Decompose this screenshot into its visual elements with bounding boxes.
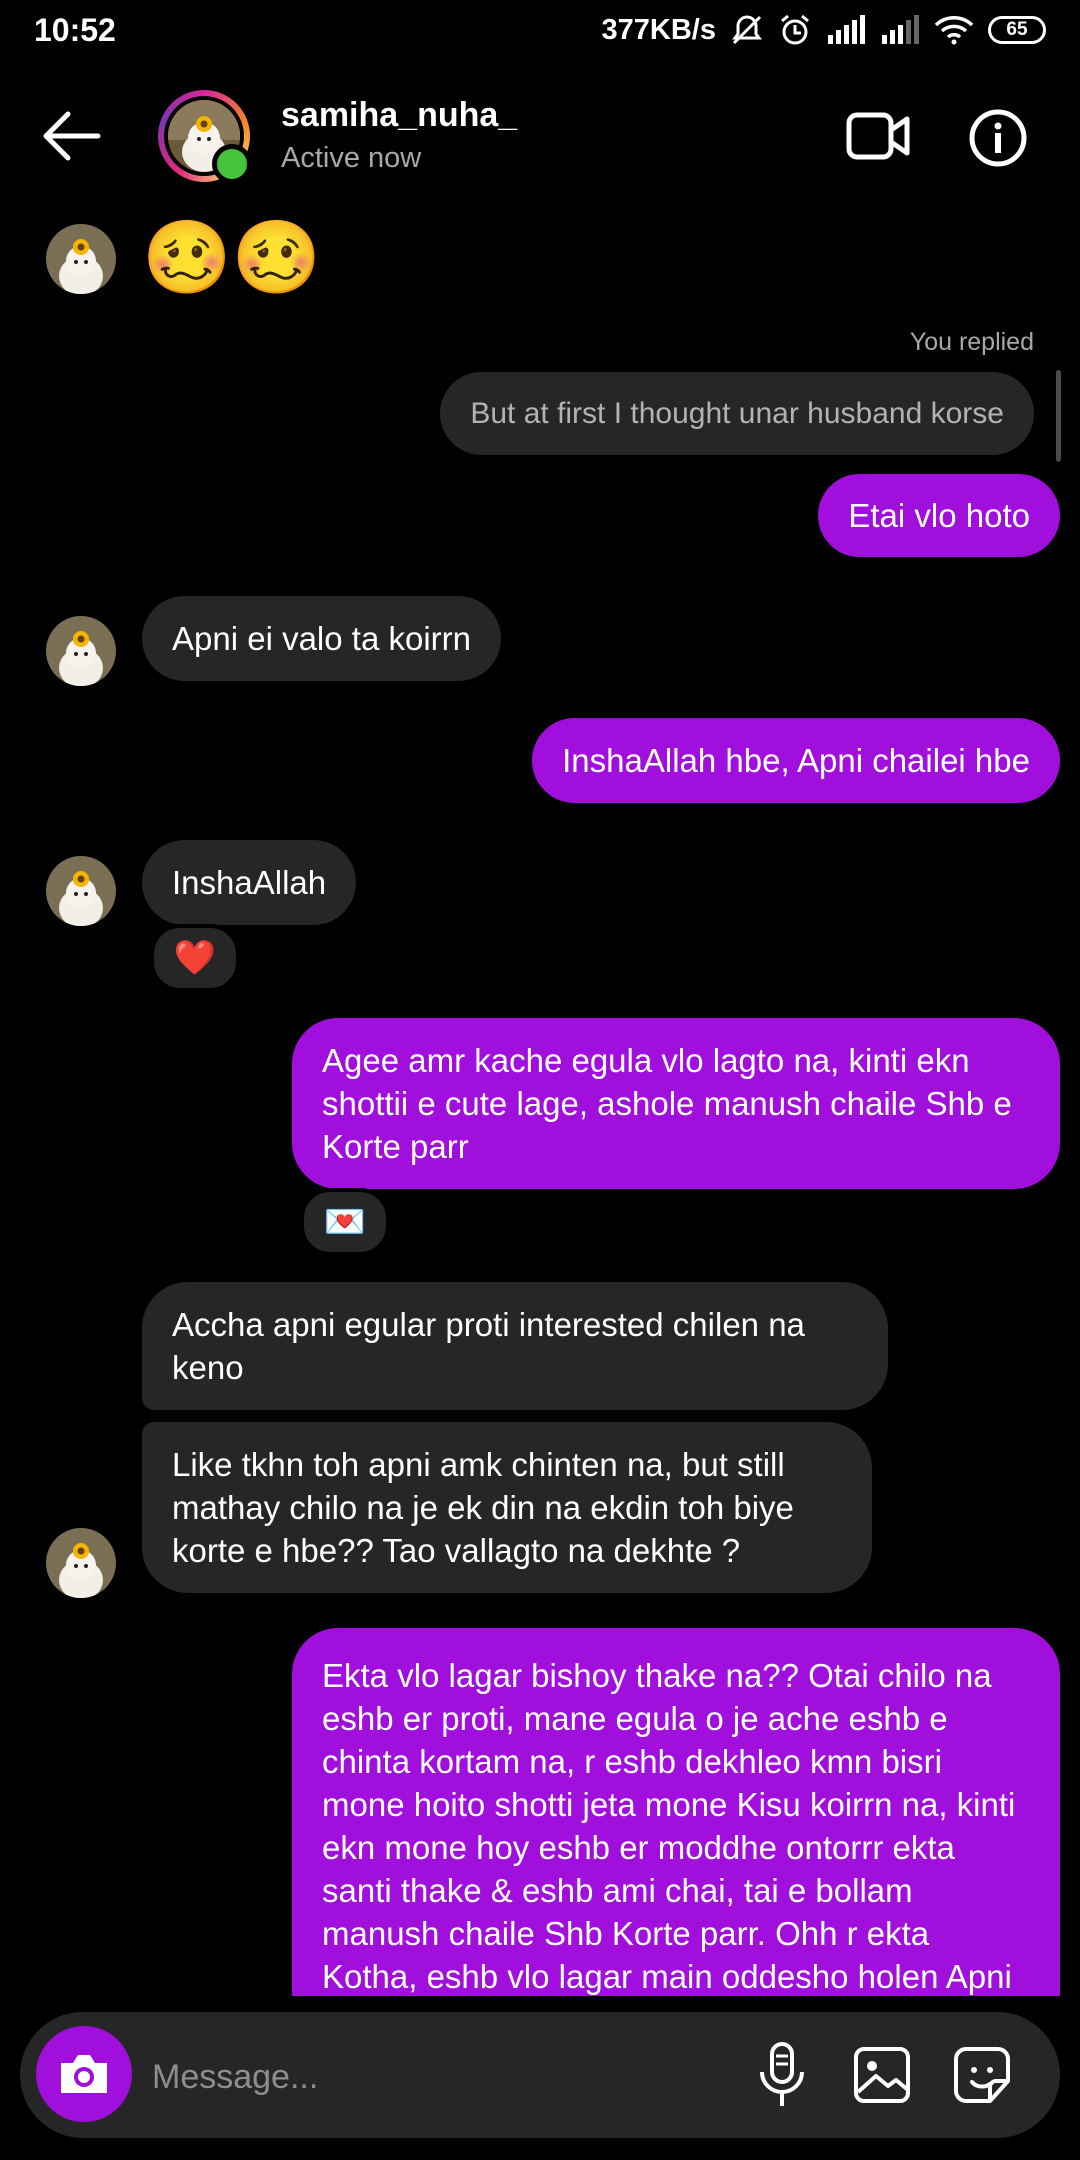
outgoing-message[interactable]: Etai vlo hoto [818, 474, 1060, 557]
online-indicator [212, 144, 252, 184]
presence-status: Active now [281, 142, 422, 174]
incoming-message[interactable]: Accha apni egular proti interested chile… [142, 1282, 888, 1410]
love-letter-icon[interactable]: 💌 [300, 1188, 390, 1256]
mic-icon[interactable] [752, 2040, 812, 2110]
sender-avatar[interactable] [46, 616, 116, 686]
message-input[interactable] [150, 2046, 714, 2108]
outgoing-message-clip: Ekta vlo lagar bishoy thake na?? Otai ch… [292, 1628, 1060, 2012]
emoji-message[interactable]: 🥴🥴 [142, 216, 321, 300]
outgoing-message[interactable]: Agee amr kache egula vlo lagto na, kinti… [292, 1018, 1060, 1189]
replied-label: You replied [909, 328, 1034, 356]
chat-username[interactable]: samiha_nuha_ [281, 96, 517, 135]
incoming-message[interactable]: Like tkhn toh apni amk chinten na, but s… [142, 1422, 872, 1593]
wifi-icon [934, 16, 974, 45]
network-speed: 377KB/s [601, 13, 716, 46]
signal-icon [828, 15, 865, 44]
camera-icon [61, 2055, 107, 2093]
heart-icon[interactable]: ❤️ [150, 924, 240, 992]
incoming-message[interactable]: InshaAllah [142, 840, 357, 925]
signal-2-icon [882, 15, 919, 44]
outgoing-message[interactable]: Ekta vlo lagar bishoy thake na?? Otai ch… [292, 1628, 1060, 2012]
outgoing-message[interactable]: InshaAllah hbe, Apni chailei hbe [532, 718, 1060, 803]
status-time: 10:52 [34, 12, 116, 48]
battery-level: 65 [1006, 19, 1028, 40]
gallery-icon[interactable] [852, 2040, 912, 2110]
video-call-icon[interactable] [846, 110, 910, 162]
back-arrow-icon[interactable] [40, 110, 102, 162]
camera-button[interactable] [36, 2026, 132, 2122]
info-icon[interactable] [968, 108, 1028, 168]
sticker-icon[interactable] [952, 2040, 1012, 2110]
mute-icon [732, 15, 762, 45]
incoming-message[interactable]: Apni ei valo ta koirrn [142, 596, 501, 681]
scrollbar[interactable] [1056, 370, 1061, 462]
battery-icon: 65 [988, 16, 1046, 44]
sender-avatar[interactable] [46, 224, 116, 294]
quoted-message[interactable]: But at first I thought unar husband kors… [440, 372, 1034, 455]
alarm-icon [781, 14, 809, 45]
sender-avatar[interactable] [46, 856, 116, 926]
sender-avatar[interactable] [46, 1528, 116, 1598]
status-icons: 377KB/s 65 [602, 10, 1046, 50]
